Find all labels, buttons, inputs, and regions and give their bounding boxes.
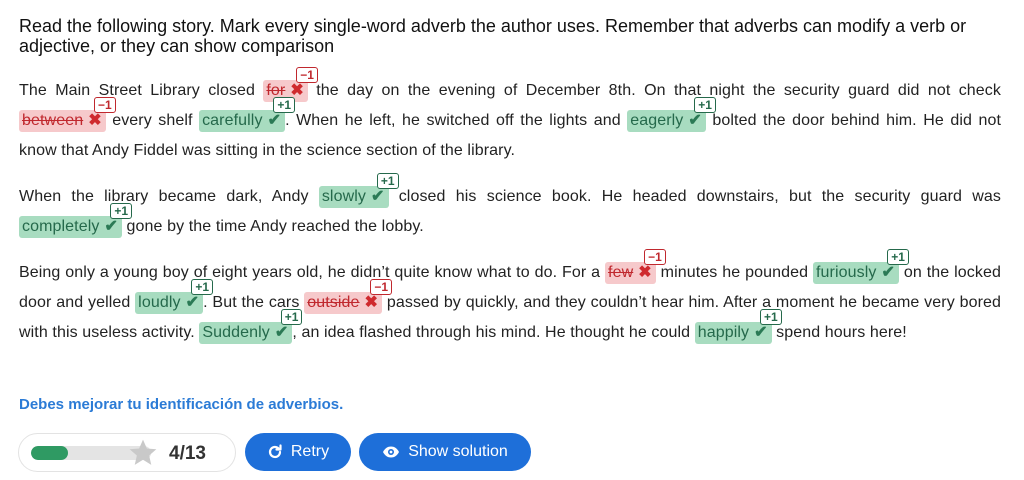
score-text: 4/13	[169, 443, 206, 464]
score-badge: +1	[694, 97, 716, 113]
check-icon: ✔	[267, 112, 282, 129]
marked-word-correct[interactable]: loudly ✔ +1	[135, 279, 214, 314]
progress-fill	[31, 446, 69, 460]
marked-word-text: completely	[22, 218, 100, 235]
marked-word-correct[interactable]: happily ✔ +1	[694, 309, 782, 344]
marked-word-correct[interactable]: Suddenly ✔ +1	[199, 309, 303, 344]
story-text-segment[interactable]: . When he left, he switched off the ligh…	[285, 112, 627, 129]
score-panel: 4/13	[18, 433, 236, 472]
instructions: Read the following story. Mark every sin…	[19, 16, 967, 56]
show-solution-button[interactable]: Show solution	[359, 433, 531, 471]
retry-icon	[268, 444, 282, 459]
marked-word-text: furiously	[815, 264, 877, 281]
marked-word-correct[interactable]: furiously ✔ +1	[812, 249, 909, 284]
story-paragraph: When the library became dark, Andy slowl…	[19, 173, 1002, 242]
story-paragraph: Being only a young boy of eight years ol…	[19, 249, 1001, 348]
marked-word-text: outside	[307, 294, 360, 311]
score-badge: −1	[94, 97, 116, 113]
retry-button[interactable]: Retry	[245, 433, 351, 471]
story-text-segment[interactable]: minutes he pounded	[656, 264, 813, 281]
retry-label: Retry	[290, 443, 330, 460]
story-text-segment[interactable]: the day on the evening of December 8th. …	[308, 82, 1001, 99]
eye-icon	[383, 446, 400, 458]
story-paragraph: The Main Street Library closed for ✖ −1 th…	[19, 67, 1001, 166]
marked-word-wrong[interactable]: outside ✖ −1	[304, 279, 393, 314]
score-badge: −1	[370, 279, 393, 295]
marked-word-wrong[interactable]: few ✖ −1	[605, 249, 666, 284]
check-icon: ✔	[754, 324, 768, 341]
marked-word-correct[interactable]: slowly ✔ +1	[318, 173, 399, 208]
star-icon	[129, 439, 157, 465]
marked-word-text: between	[22, 112, 84, 129]
check-icon: ✔	[688, 112, 702, 129]
check-icon: ✔	[370, 188, 385, 205]
marked-word-correct[interactable]: completely ✔ +1	[19, 203, 132, 238]
marked-word-text: eagerly	[630, 112, 684, 129]
marked-word-correct[interactable]: carefully ✔ +1	[199, 97, 296, 132]
story-text-segment[interactable]: , an idea flashed through his mind. He t…	[292, 324, 694, 341]
marked-word-text: slowly	[321, 188, 366, 205]
score-badge: +1	[110, 203, 132, 219]
story-text-segment[interactable]: The Main Street Library closed	[19, 82, 263, 99]
marked-word-correct[interactable]: eagerly ✔ +1	[627, 97, 716, 132]
check-icon: ✔	[104, 218, 118, 235]
score-badge: +1	[273, 97, 296, 113]
story-text-segment[interactable]: every shelf	[106, 112, 199, 129]
story-text: The Main Street Library closed for ✖ −1 th…	[19, 67, 1002, 364]
check-icon: ✔	[881, 264, 895, 281]
marked-word-text: carefully	[202, 112, 263, 129]
marked-word-text: Suddenly	[202, 324, 270, 341]
score-badge: +1	[280, 309, 303, 325]
score-badge: +1	[887, 249, 909, 265]
score-badge: +1	[191, 279, 214, 295]
cross-icon: ✖	[88, 112, 102, 129]
story-text-segment[interactable]: Being only a young boy of eight years ol…	[19, 264, 605, 281]
cross-icon: ✖	[638, 264, 652, 281]
story-text-segment[interactable]: spend hours here!	[772, 324, 907, 341]
check-icon: ✔	[185, 294, 200, 311]
story-text-segment[interactable]: When the library became dark, Andy	[19, 188, 319, 205]
score-badge: −1	[644, 249, 666, 265]
check-icon: ✔	[274, 324, 289, 341]
marked-word-text: few	[608, 264, 634, 281]
score-badge: +1	[759, 309, 782, 325]
score-badge: +1	[376, 173, 399, 189]
score-badge: −1	[296, 67, 318, 83]
marked-word-text: loudly	[138, 294, 181, 311]
story-text-segment[interactable]: closed his science book. He headed downs…	[389, 188, 1002, 205]
marked-word-wrong[interactable]: between ✖ −1	[19, 97, 116, 132]
marked-word-text: happily	[697, 324, 750, 341]
feedback-message: Debes mejorar tu identificación de adver…	[19, 396, 344, 413]
show-solution-label: Show solution	[408, 443, 508, 460]
story-text-segment[interactable]: gone by the time Andy reached the lobby.	[122, 218, 424, 235]
cross-icon: ✖	[364, 294, 379, 311]
